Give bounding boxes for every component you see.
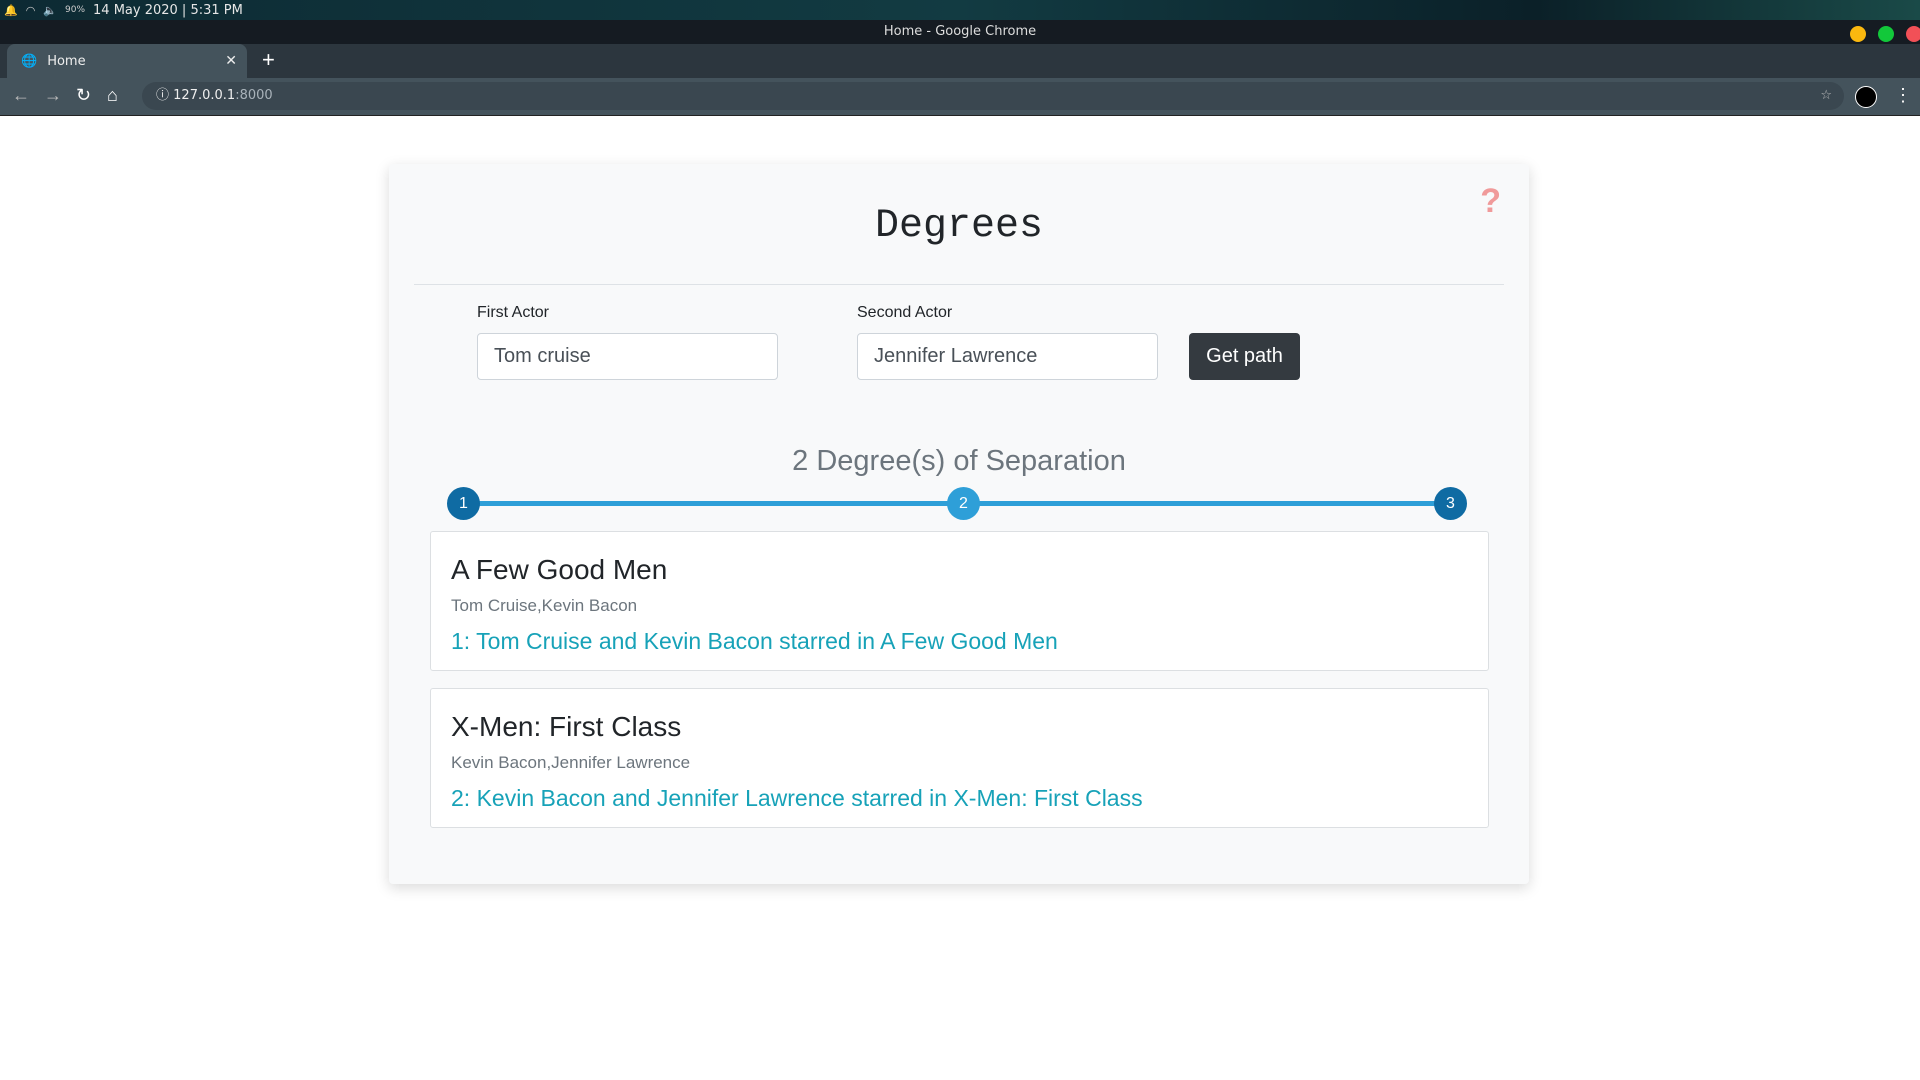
step-3[interactable]: 3 xyxy=(1434,487,1467,520)
bookmark-star-icon[interactable]: ☆ xyxy=(1820,82,1832,110)
back-icon[interactable]: ← xyxy=(12,85,30,106)
close-window-button[interactable] xyxy=(1906,26,1920,42)
home-icon[interactable]: ⌂ xyxy=(107,85,118,106)
step-1[interactable]: 1 xyxy=(447,487,480,520)
forward-icon[interactable]: → xyxy=(44,85,62,106)
divider xyxy=(414,284,1504,285)
separation-heading: 2 Degree(s) of Separation xyxy=(792,445,1126,477)
second-actor-input[interactable] xyxy=(857,333,1158,380)
wifi-icon[interactable]: ◠ xyxy=(26,4,36,17)
new-tab-button[interactable]: + xyxy=(262,47,275,73)
tab-title: Home xyxy=(47,53,86,69)
volume-icon[interactable]: 🔈 xyxy=(43,4,57,17)
result-card: A Few Good Men Tom Cruise,Kevin Bacon 1:… xyxy=(430,531,1489,671)
get-path-button[interactable]: Get path xyxy=(1189,333,1300,380)
window-title: Home - Google Chrome xyxy=(883,24,1037,39)
window-titlebar: Home - Google Chrome xyxy=(0,20,1920,44)
url-port: :8000 xyxy=(235,88,273,103)
degrees-card: ? Degrees First Actor Second Actor Get p… xyxy=(389,164,1529,884)
minimize-button[interactable] xyxy=(1850,26,1866,42)
menu-icon[interactable]: ⋮ xyxy=(1894,85,1912,106)
toolbar: ← → ↻ ⌂ ⓘ 127.0.0.1:8000 ☆ ⋮ xyxy=(0,78,1920,116)
notification-icon[interactable]: 🔔 xyxy=(4,4,18,17)
page-title: Degrees xyxy=(874,204,1044,249)
result-link[interactable]: 2: Kevin Bacon and Jennifer Lawrence sta… xyxy=(451,785,1468,812)
movie-actors: Kevin Bacon,Jennifer Lawrence xyxy=(451,753,691,772)
movie-title: A Few Good Men xyxy=(451,554,668,585)
globe-icon: 🌐 xyxy=(21,53,38,69)
tab-home[interactable]: 🌐 Home ✕ xyxy=(7,44,247,78)
reload-icon[interactable]: ↻ xyxy=(76,85,91,106)
tab-strip: 🌐 Home ✕ + xyxy=(0,44,1920,78)
maximize-button[interactable] xyxy=(1878,26,1894,42)
address-bar[interactable]: ⓘ 127.0.0.1:8000 ☆ xyxy=(142,82,1844,110)
info-icon[interactable]: ⓘ xyxy=(156,88,169,103)
first-actor-label: First Actor xyxy=(477,304,550,321)
profile-avatar[interactable] xyxy=(1855,86,1877,108)
close-tab-icon[interactable]: ✕ xyxy=(225,53,237,69)
clock[interactable]: 14 May 2020 | 5:31 PM xyxy=(93,3,243,18)
movie-title: X-Men: First Class xyxy=(451,711,682,742)
system-tray: 🔔 ◠ 🔈 90% 14 May 2020 | 5:31 PM xyxy=(0,0,1920,20)
battery-icon[interactable]: 90% xyxy=(65,5,85,15)
movie-actors: Tom Cruise,Kevin Bacon xyxy=(451,596,638,615)
second-actor-label: Second Actor xyxy=(857,304,953,321)
result-card: X-Men: First Class Kevin Bacon,Jennifer … xyxy=(430,688,1489,828)
step-2[interactable]: 2 xyxy=(947,487,980,520)
first-actor-input[interactable] xyxy=(477,333,778,380)
result-link[interactable]: 1: Tom Cruise and Kevin Bacon starred in… xyxy=(451,628,1468,655)
url-host: 127.0.0.1 xyxy=(173,88,236,103)
